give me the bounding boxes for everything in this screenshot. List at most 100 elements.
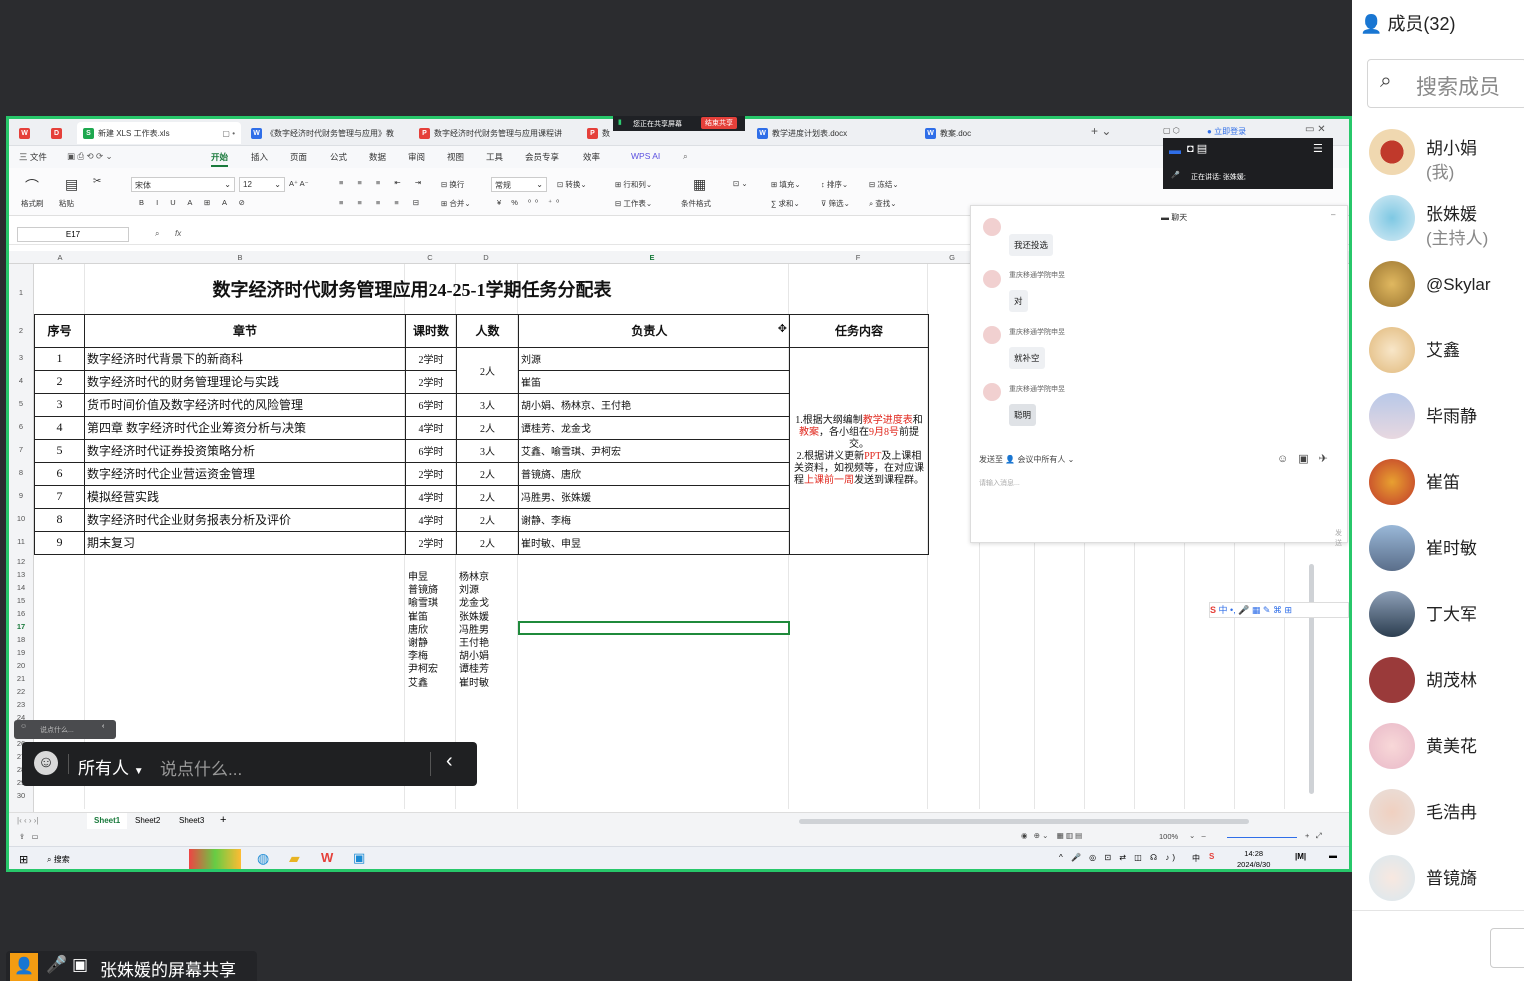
fill-button[interactable]: ⊞ 填充⌄ [771,179,801,190]
filter-button[interactable]: ⊽ 筛选⌄ [821,198,850,209]
menu-icon[interactable]: ☰ [1313,142,1323,155]
list-item[interactable]: 胡小娟 [459,650,489,663]
send-button[interactable]: 发送 [1335,528,1347,548]
member-item[interactable]: 黄美花 [1369,723,1524,783]
row-header[interactable]: 6 [9,422,33,431]
tab-xls[interactable]: S 新建 XLS 工作表.xls ▢ • [77,122,241,144]
sogou-tray-icon[interactable]: S [1209,852,1214,861]
member-item[interactable]: 胡茂林 [1369,657,1524,717]
cell-people[interactable]: 2人 [456,484,519,509]
row-header[interactable]: 13 [9,570,33,579]
row-header[interactable]: 7 [9,445,33,454]
row-header[interactable]: 23 [9,700,33,709]
menu-data[interactable]: 数据 [369,151,386,163]
header-no[interactable]: 序号 [34,313,85,348]
cell-owner[interactable]: 艾鑫、喻雪琪、尹柯宏 [518,438,790,463]
header-task[interactable]: 任务内容 [789,313,929,348]
cell-owner[interactable]: 刘源 [518,346,790,371]
col-f[interactable]: F [851,253,865,262]
header-people[interactable]: 人数 [456,313,519,348]
new-tab-button[interactable]: + ⌄ [1091,124,1111,138]
edge-icon[interactable]: ◍ [257,850,269,867]
menu-tools[interactable]: 工具 [486,151,503,163]
cell-chapter[interactable]: 数字经济时代企业财务报表分析及评价 [84,507,406,532]
list-item[interactable]: 申昱 [408,571,438,584]
menu-member[interactable]: 会员专享 [525,151,559,163]
cell-people[interactable]: 2人 [456,530,519,555]
cell-task[interactable]: 1.根据大纲编制教学进度表和教案，各小组在9月8号前提交。 2.根据讲义更新PP… [789,346,929,555]
member-item[interactable]: 张姝媛 (主持人) [1369,195,1524,255]
windows-start-icon[interactable]: ⊞ [19,853,28,866]
cell-no[interactable]: 1 [34,346,85,371]
menu-home[interactable]: 开始 [211,151,229,167]
cell-people[interactable]: 3人 [456,438,519,463]
meeting-app-icon[interactable]: ▣ [353,850,365,866]
cell-people[interactable]: 2人 [456,415,519,440]
chevron-left-icon[interactable]: ‹ [102,723,104,730]
zoom-out-icon[interactable]: ⌄ – [1189,831,1206,840]
row-header[interactable]: 2 [9,326,33,335]
member-item[interactable]: @Skylar [1369,261,1524,321]
audio-level-icon[interactable]: ▬ [1169,143,1181,157]
cell-owner[interactable]: 冯胜男、张姝媛 [518,484,790,509]
convert-button[interactable]: ⊡ 转换⌄ [557,179,587,190]
taskbar-app-icon[interactable]: |M| [1295,852,1306,861]
cut-icon[interactable]: ✂ [93,176,101,187]
layout-icons[interactable]: ◘ ▤ [1187,142,1207,155]
add-sheet-button[interactable]: + [220,814,226,826]
menu-file[interactable]: 三 文件 [19,151,47,163]
merge-button[interactable]: ⊞ 合并⌄ [441,198,471,209]
horizontal-scrollbar[interactable] [799,819,1249,824]
header-hours[interactable]: 课时数 [405,313,457,348]
send-to[interactable]: 发送至 👤 会议中所有人 ⌄ [979,454,1074,465]
list-item[interactable]: 龙金戈 [459,597,489,610]
cell-hours[interactable]: 6学时 [405,438,457,463]
chat-tool-icons[interactable]: ☺▣✈ [1277,452,1338,465]
chat-input[interactable]: 说点什么... [160,755,242,780]
sort-button[interactable]: ↕ 排序⌄ [821,179,848,190]
list-item[interactable]: 唐欣 [408,624,438,637]
conditional-format-label[interactable]: 条件格式 [681,198,711,209]
list-item[interactable]: 艾鑫 [408,677,438,690]
number-icons[interactable]: ¥ % ⁰⁰ ⁺⁰ [497,198,563,207]
folder-icon[interactable]: ▰ [289,850,300,867]
tab-doc-3[interactable]: W 教案.doc [919,122,1083,144]
window-controls[interactable]: ▭ ✕ [1305,124,1326,135]
row-header[interactable]: 15 [9,596,33,605]
wps-taskbar-icon[interactable]: W [321,850,333,865]
ime-indicator[interactable]: 中 [1192,853,1200,864]
cell-chapter[interactable]: 第四章 数字经济时代企业筹资分析与决策 [84,415,406,440]
row-header[interactable]: 12 [9,557,33,566]
paste-label[interactable]: 粘贴 [59,198,74,209]
chevron-left-icon[interactable]: ‹ [446,750,453,773]
cell-people[interactable]: 2人 [456,346,519,394]
cell-owner[interactable]: 谭桂芳、龙金戈 [518,415,790,440]
list-item[interactable]: 谭桂芳 [459,663,489,676]
member-item[interactable]: 崔笛 [1369,459,1524,519]
tab-sheet2[interactable]: Sheet2 [135,816,160,825]
freeze-button[interactable]: ⊟ 冻结⌄ [869,179,899,190]
row-header[interactable]: 22 [9,687,33,696]
cell-no[interactable]: 7 [34,484,85,509]
tab-doc-2[interactable]: W 教学进度计划表.docx [751,122,915,144]
cell-owner[interactable]: 崔笛 [518,369,790,394]
menu-view[interactable]: 视图 [447,151,464,163]
member-item[interactable]: 丁大军 [1369,591,1524,651]
cell-no[interactable]: 8 [34,507,85,532]
member-item[interactable]: 艾鑫 [1369,327,1524,387]
list-item[interactable]: 普镜旖 [408,584,438,597]
rows-cols-button[interactable]: ⊞ 行和列⌄ [615,179,652,190]
list-item[interactable]: 张姝媛 [459,611,489,624]
list-item[interactable]: 尹柯宏 [408,663,438,676]
row-header[interactable]: 30 [9,791,33,800]
audience-select[interactable]: 所有人 ▼ [78,754,144,779]
format-painter-icon[interactable]: ⌒ [25,176,39,196]
cell-chapter[interactable]: 期末复习 [84,530,406,555]
taskbar-search[interactable]: ⌕ 搜索 [47,854,70,865]
cell-chapter[interactable]: 数字经济时代企业营运资金管理 [84,461,406,486]
cell-no[interactable]: 2 [34,369,85,394]
mini-chat-bar[interactable]: ☺ 说点什么... ‹ [14,720,116,739]
menu-review[interactable]: 审阅 [408,151,425,163]
emoji-icon[interactable]: ☺ [20,723,27,730]
cell-no[interactable]: 9 [34,530,85,555]
